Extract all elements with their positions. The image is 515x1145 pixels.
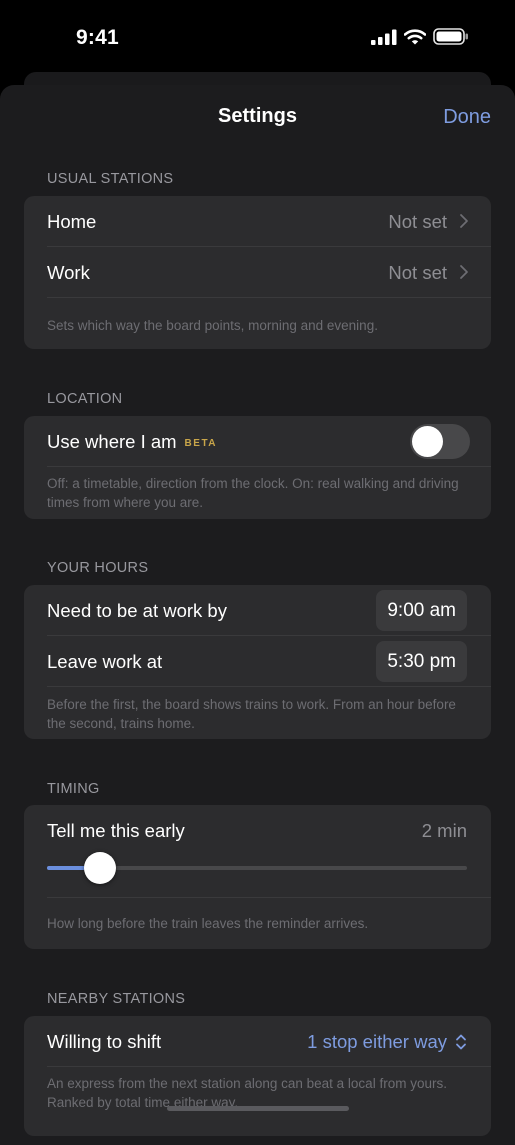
your-hours-footnote: Before the first, the board shows trains…: [47, 697, 456, 731]
location-footnote: Off: a timetable, direction from the clo…: [47, 476, 459, 510]
chevron-up-down-icon[interactable]: [455, 1033, 467, 1051]
your-hours-group: Need to be at work by 9:00 am Leave work…: [24, 585, 491, 739]
work-value: Not set: [388, 262, 447, 283]
chevron-right-icon: [460, 265, 468, 279]
section-header-nearby-stations: NEARBY STATIONS: [47, 991, 186, 1007]
wifi-icon: [404, 28, 426, 44]
timing-footnote: How long before the train leaves the rem…: [47, 916, 369, 931]
toggle-knob: [412, 426, 443, 457]
battery-icon: [433, 28, 468, 45]
timing-group: Tell me this early 2 min How long before…: [24, 805, 491, 949]
section-header-timing: TIMING: [47, 781, 100, 797]
section-header-your-hours: YOUR HOURS: [47, 560, 149, 576]
section-header-usual-stations: USUAL STATIONS: [47, 171, 174, 187]
arrive-time-row: Need to be at work by 9:00 am: [24, 585, 491, 636]
section-header-location: LOCATION: [47, 391, 123, 407]
beta-badge: BETA: [184, 438, 218, 449]
home-value: Not set: [388, 211, 447, 232]
slider-knob[interactable]: [84, 852, 117, 884]
leave-time-picker[interactable]: 5:30 pm: [376, 641, 467, 682]
shift-row: Willing to shift 1 stop either way: [24, 1016, 491, 1067]
arrive-label: Need to be at work by: [47, 600, 227, 621]
status-bar: 9:41: [0, 0, 515, 76]
done-button[interactable]: Done: [443, 106, 491, 129]
location-row: Use where I am BETA: [24, 416, 491, 467]
home-label: Home: [47, 211, 97, 232]
settings-sheet: Settings Done USUAL STATIONS Home Not se…: [0, 85, 515, 1145]
leave-label: Leave work at: [47, 651, 163, 672]
status-time: 9:41: [76, 26, 119, 49]
timing-label: Tell me this early: [47, 820, 185, 841]
shift-label: Willing to shift: [47, 1031, 162, 1052]
home-station-row[interactable]: Home Not set: [24, 196, 491, 247]
timing-value: 2 min: [421, 820, 467, 841]
leave-time-row: Leave work at 5:30 pm: [24, 636, 491, 687]
work-label: Work: [47, 262, 90, 283]
home-indicator: [167, 1106, 349, 1111]
timing-row: Tell me this early 2 min: [24, 805, 491, 897]
work-station-row[interactable]: Work Not set: [24, 247, 491, 298]
chevron-right-icon: [460, 214, 468, 228]
page-title: Settings: [218, 105, 297, 127]
location-label-wrap: Use where I am BETA: [47, 416, 217, 469]
status-icons: [371, 28, 469, 45]
usual-stations-group: Home Not set Work Not set Sets which way…: [24, 196, 491, 349]
reminder-slider[interactable]: [47, 852, 467, 884]
cellular-signal-icon: [371, 29, 397, 45]
location-label: Use where I am: [47, 431, 177, 452]
location-group: Use where I am BETA Off: a timetable, dir…: [24, 416, 491, 519]
shift-picker[interactable]: 1 stop either way: [307, 1016, 447, 1067]
arrive-time-picker[interactable]: 9:00 am: [376, 590, 467, 631]
nearby-stations-group: Willing to shift 1 stop either way An ex…: [24, 1016, 491, 1136]
use-location-toggle[interactable]: [410, 424, 470, 459]
usual-stations-footnote: Sets which way the board points, morning…: [47, 318, 378, 333]
